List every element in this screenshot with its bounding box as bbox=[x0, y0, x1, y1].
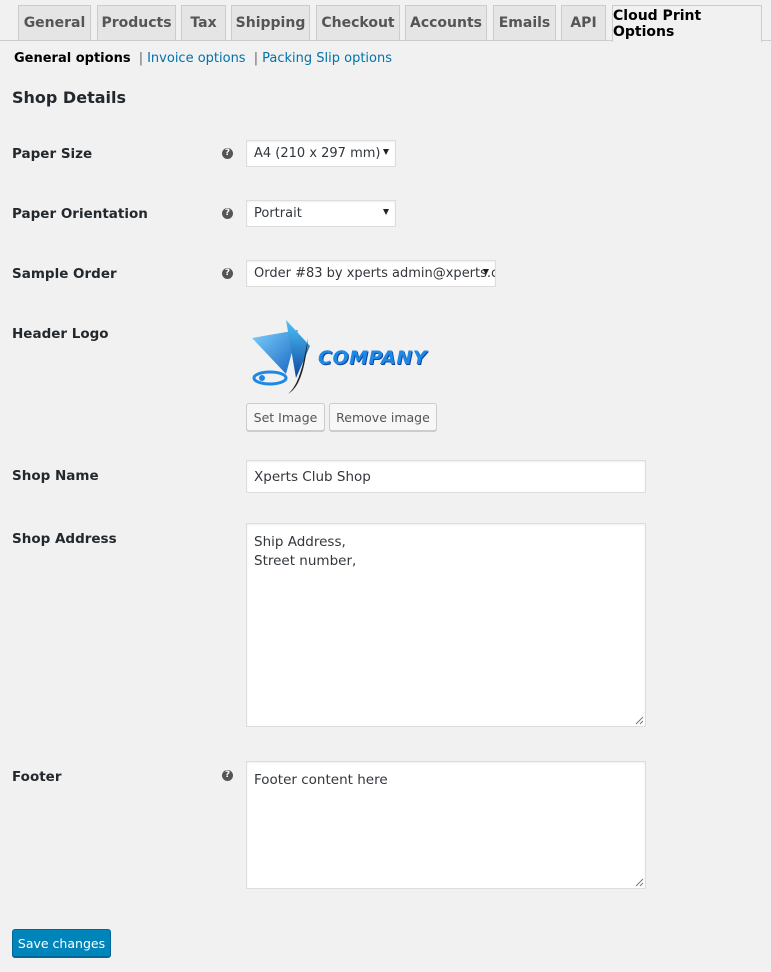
subnav-general-options: General options bbox=[14, 51, 131, 66]
tab-api[interactable]: API bbox=[561, 5, 606, 40]
footer-label: Footer bbox=[12, 769, 62, 785]
chevron-down-icon bbox=[383, 149, 389, 155]
shop-address-textarea[interactable] bbox=[246, 523, 646, 727]
company-logo-image: COMPANY bbox=[246, 316, 436, 400]
set-image-button[interactable]: Set Image bbox=[246, 403, 325, 431]
tab-cloud-print-options[interactable]: Cloud Print Options bbox=[612, 5, 762, 42]
paper-size-label: Paper Size bbox=[12, 146, 93, 162]
subnav-invoice-options[interactable]: Invoice options bbox=[147, 51, 246, 66]
company-logo-text: COMPANY bbox=[318, 347, 428, 369]
paper-orientation-select[interactable]: Portrait bbox=[246, 200, 396, 227]
subnav-separator: | bbox=[138, 51, 144, 66]
paper-orientation-value: Portrait bbox=[254, 206, 302, 221]
tab-emails[interactable]: Emails bbox=[493, 5, 556, 40]
header-logo-label: Header Logo bbox=[12, 326, 109, 342]
shop-name-label: Shop Name bbox=[12, 468, 99, 484]
sub-navigation: General options | Invoice options | Packin… bbox=[14, 51, 392, 66]
shop-address-field bbox=[246, 523, 646, 727]
help-icon[interactable]: ? bbox=[222, 208, 233, 219]
subnav-separator: | bbox=[253, 51, 259, 66]
tab-checkout[interactable]: Checkout bbox=[316, 5, 400, 40]
tab-tax[interactable]: Tax bbox=[181, 5, 226, 40]
help-icon[interactable]: ? bbox=[222, 148, 233, 159]
chevron-down-icon bbox=[483, 269, 489, 275]
section-title: Shop Details bbox=[12, 88, 126, 107]
shop-address-label: Shop Address bbox=[12, 531, 117, 547]
save-changes-button[interactable]: Save changes bbox=[12, 929, 111, 957]
remove-image-button[interactable]: Remove image bbox=[329, 403, 437, 431]
subnav-packing-slip-options[interactable]: Packing Slip options bbox=[262, 51, 392, 66]
tab-products[interactable]: Products bbox=[97, 5, 176, 40]
footer-textarea[interactable] bbox=[246, 761, 646, 889]
settings-tab-bar: General Products Tax Shipping Checkout A… bbox=[0, 0, 771, 42]
sample-order-select[interactable]: Order #83 by xperts admin@xperts.club bbox=[246, 260, 496, 287]
help-icon[interactable]: ? bbox=[222, 268, 233, 279]
tab-accounts[interactable]: Accounts bbox=[405, 5, 487, 40]
help-icon[interactable]: ? bbox=[222, 770, 233, 781]
tab-general[interactable]: General bbox=[18, 5, 91, 40]
sample-order-label: Sample Order bbox=[12, 266, 117, 282]
paper-size-value: A4 (210 x 297 mm) bbox=[254, 146, 381, 161]
paper-orientation-label: Paper Orientation bbox=[12, 206, 148, 222]
paper-size-select[interactable]: A4 (210 x 297 mm) bbox=[246, 140, 396, 167]
sample-order-value: Order #83 by xperts admin@xperts.club bbox=[254, 266, 496, 281]
chevron-down-icon bbox=[383, 209, 389, 215]
footer-field bbox=[246, 761, 646, 889]
tab-shipping[interactable]: Shipping bbox=[231, 5, 310, 40]
shop-name-input[interactable] bbox=[246, 460, 646, 493]
